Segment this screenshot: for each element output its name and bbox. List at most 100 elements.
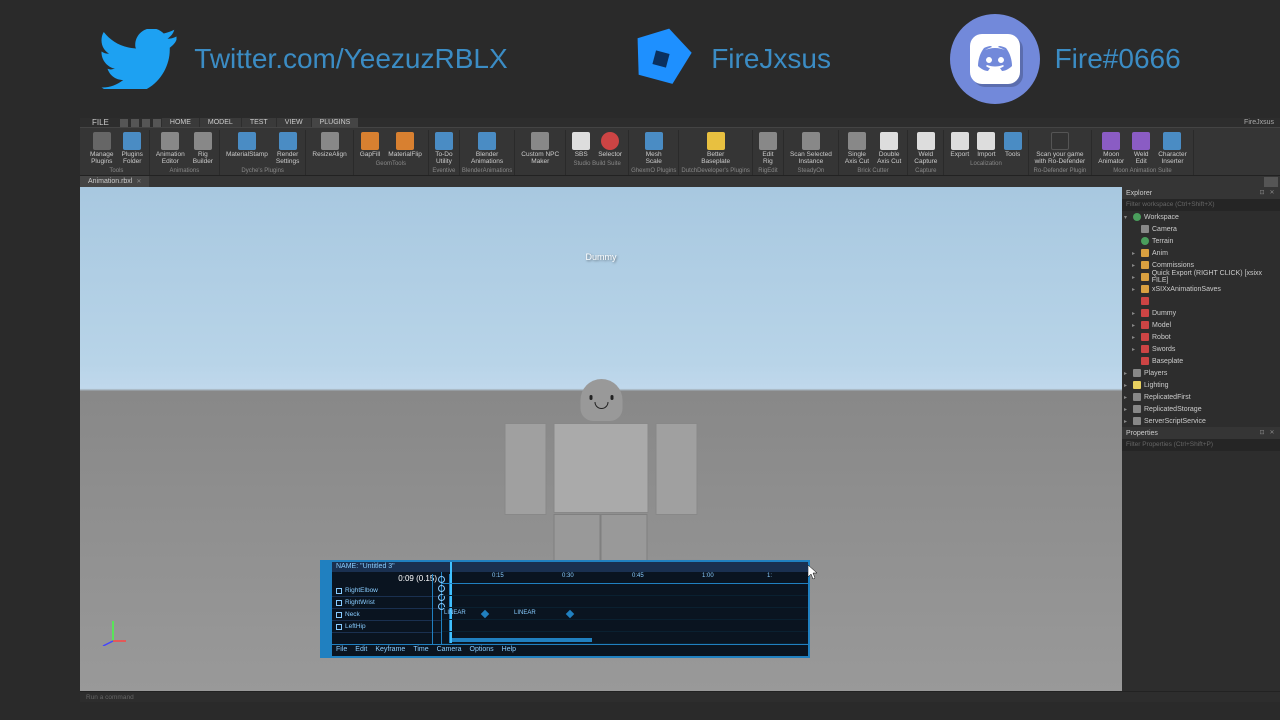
ribbon-button[interactable]: SBS [568,130,594,160]
keyframe-icon[interactable] [481,610,489,618]
plugin-icon [161,132,179,150]
ribbon-button[interactable]: Moon Animator [1094,130,1128,167]
anim-menu-item[interactable]: Time [413,646,428,655]
tabbar: Animation.rbxl ✕ [80,176,1280,187]
ribbon-button[interactable]: Export [946,130,973,160]
ribbon-button[interactable]: Blender Animations [467,130,507,167]
tree-item[interactable]: Baseplate [1122,355,1280,367]
anim-menu-item[interactable]: Options [470,646,494,655]
keyframe-icon[interactable] [566,610,574,618]
anim-draghandle[interactable] [322,562,332,656]
track-row[interactable]: RightWrist [332,597,441,609]
ribbon-button[interactable]: Weld Capture [910,130,941,167]
tree-svc-icon [1133,417,1141,425]
tree-item[interactable]: ▸ReplicatedFirst [1122,391,1280,403]
dummy-torso [554,423,649,513]
tree-item[interactable]: Camera [1122,223,1280,235]
tabbar-expand-icon[interactable] [1264,177,1278,187]
properties-filter[interactable]: Filter Properties (Ctrl+Shift+P) [1122,439,1280,451]
track-row[interactable]: LeftHip [332,621,441,633]
properties-title: Properties [1126,430,1158,437]
timeline-row[interactable] [442,584,808,596]
menu-tab-plugins[interactable]: PLUGINS [312,118,359,127]
tree-item[interactable]: ▸Players [1122,367,1280,379]
menu-file[interactable]: FILE [86,118,115,127]
ribbon-button[interactable]: Tools [1000,130,1026,160]
anim-menu-item[interactable]: Keyframe [375,646,405,655]
pin-icon[interactable]: ⊡ [1258,189,1266,197]
ribbon-button[interactable]: Scan Selected Instance [786,130,836,167]
ribbon-button[interactable]: MaterialStamp [222,130,272,167]
ribbon-label: Plugins Folder [122,151,143,165]
ribbon-button[interactable]: Character Inserter [1154,130,1191,167]
tree-item[interactable]: ▸ServerScriptService [1122,415,1280,427]
tree-item[interactable]: ▸Lighting [1122,379,1280,391]
ribbon-button[interactable]: MaterialFlip [384,130,426,160]
ribbon-button[interactable]: To-Do Utility [431,130,457,167]
close-icon[interactable]: ✕ [136,178,141,185]
tree-item[interactable]: ▸Dummy [1122,307,1280,319]
explorer-tree[interactable]: ▾WorkspaceCameraTerrain▸Anim▸Commissions… [1122,211,1280,427]
anim-menu-item[interactable]: File [336,646,347,655]
tree-item[interactable]: ▸Model [1122,319,1280,331]
ribbon-button[interactable]: Better Baseplate [697,130,734,167]
animation-editor[interactable]: NAME: "Untitled 3" 0:09 (0.15) RightElbo… [320,560,810,658]
menu-tab-model[interactable]: MODEL [200,118,241,127]
plugin-icon [93,132,111,150]
close-icon[interactable]: ✕ [1268,429,1276,437]
ribbon-button[interactable]: GapFill [356,130,385,160]
tree-item[interactable]: ▸Swords [1122,343,1280,355]
ribbon-label: Blender Animations [471,151,503,165]
twitter-icon [99,29,179,89]
qa-icon[interactable] [120,119,128,127]
ribbon-button[interactable]: Rig Builder [189,130,217,167]
qa-icon[interactable] [131,119,139,127]
qa-icon[interactable] [153,119,161,127]
close-icon[interactable]: ✕ [1268,189,1276,197]
anim-menu-item[interactable]: Edit [355,646,367,655]
discord-section: Fire#0666 [950,14,1181,104]
ribbon-button[interactable]: Animation Editor [152,130,189,167]
anim-timeline[interactable]: 0:15 0:30 0:45 1:00 1: LINEAR [442,572,808,644]
tree-item[interactable]: ▸Robot [1122,331,1280,343]
ribbon-button[interactable]: Scan your game with Ro-Defender [1031,130,1090,167]
timeline-row[interactable]: LINEAR LINEAR [442,608,808,620]
qa-icon[interactable] [142,119,150,127]
tree-light-icon [1133,381,1141,389]
tree-item[interactable]: ▸Quick Export (RIGHT CLICK) [xsixx FILE] [1122,271,1280,283]
ribbon-button[interactable]: ResizeAlign [308,130,350,160]
menu-tab-view[interactable]: VIEW [277,118,311,127]
plugin-icon [1132,132,1150,150]
tree-item[interactable]: ▸Anim [1122,247,1280,259]
anim-menu-item[interactable]: Help [502,646,516,655]
track-row[interactable]: Neck [332,609,441,621]
viewport[interactable]: Dummy NAME: "Untitled 3" [80,187,1122,691]
ribbon-button[interactable]: Weld Edit [1128,130,1154,167]
tree-item[interactable]: ▾Workspace [1122,211,1280,223]
timeline-row[interactable] [442,620,808,632]
scrubber[interactable] [452,638,592,642]
ribbon-button[interactable]: Custom NPC Maker [517,130,563,167]
ribbon-button[interactable]: Double Axis Cut [873,130,905,167]
pin-icon[interactable]: ⊡ [1258,429,1266,437]
menu-tab-home[interactable]: HOME [162,118,199,127]
tree-item[interactable]: ▸xSIXxAnimationSaves [1122,283,1280,295]
ribbon-button[interactable]: Mesh Scale [641,130,667,167]
ribbon-button[interactable]: Import [973,130,999,160]
ribbon-button[interactable]: Manage Plugins [86,130,118,167]
ribbon-button[interactable]: Render Settings [272,130,304,167]
explorer-filter[interactable]: Filter workspace (Ctrl+Shift+X) [1122,199,1280,211]
tree-item[interactable]: ▸ReplicatedStorage [1122,403,1280,415]
ribbon-label: Edit Rig [762,151,773,165]
anim-menu-item[interactable]: Camera [437,646,462,655]
ribbon-button[interactable]: Selector [594,130,626,160]
tree-item[interactable] [1122,295,1280,307]
track-row[interactable]: RightElbow [332,585,441,597]
doc-tab[interactable]: Animation.rbxl ✕ [80,176,149,187]
timeline-row[interactable] [442,596,808,608]
ribbon-button[interactable]: Single Axis Cut [841,130,873,167]
ribbon-button[interactable]: Plugins Folder [118,130,147,167]
ribbon-button[interactable]: Edit Rig [755,130,781,167]
menu-tab-test[interactable]: TEST [242,118,276,127]
tree-item[interactable]: Terrain [1122,235,1280,247]
